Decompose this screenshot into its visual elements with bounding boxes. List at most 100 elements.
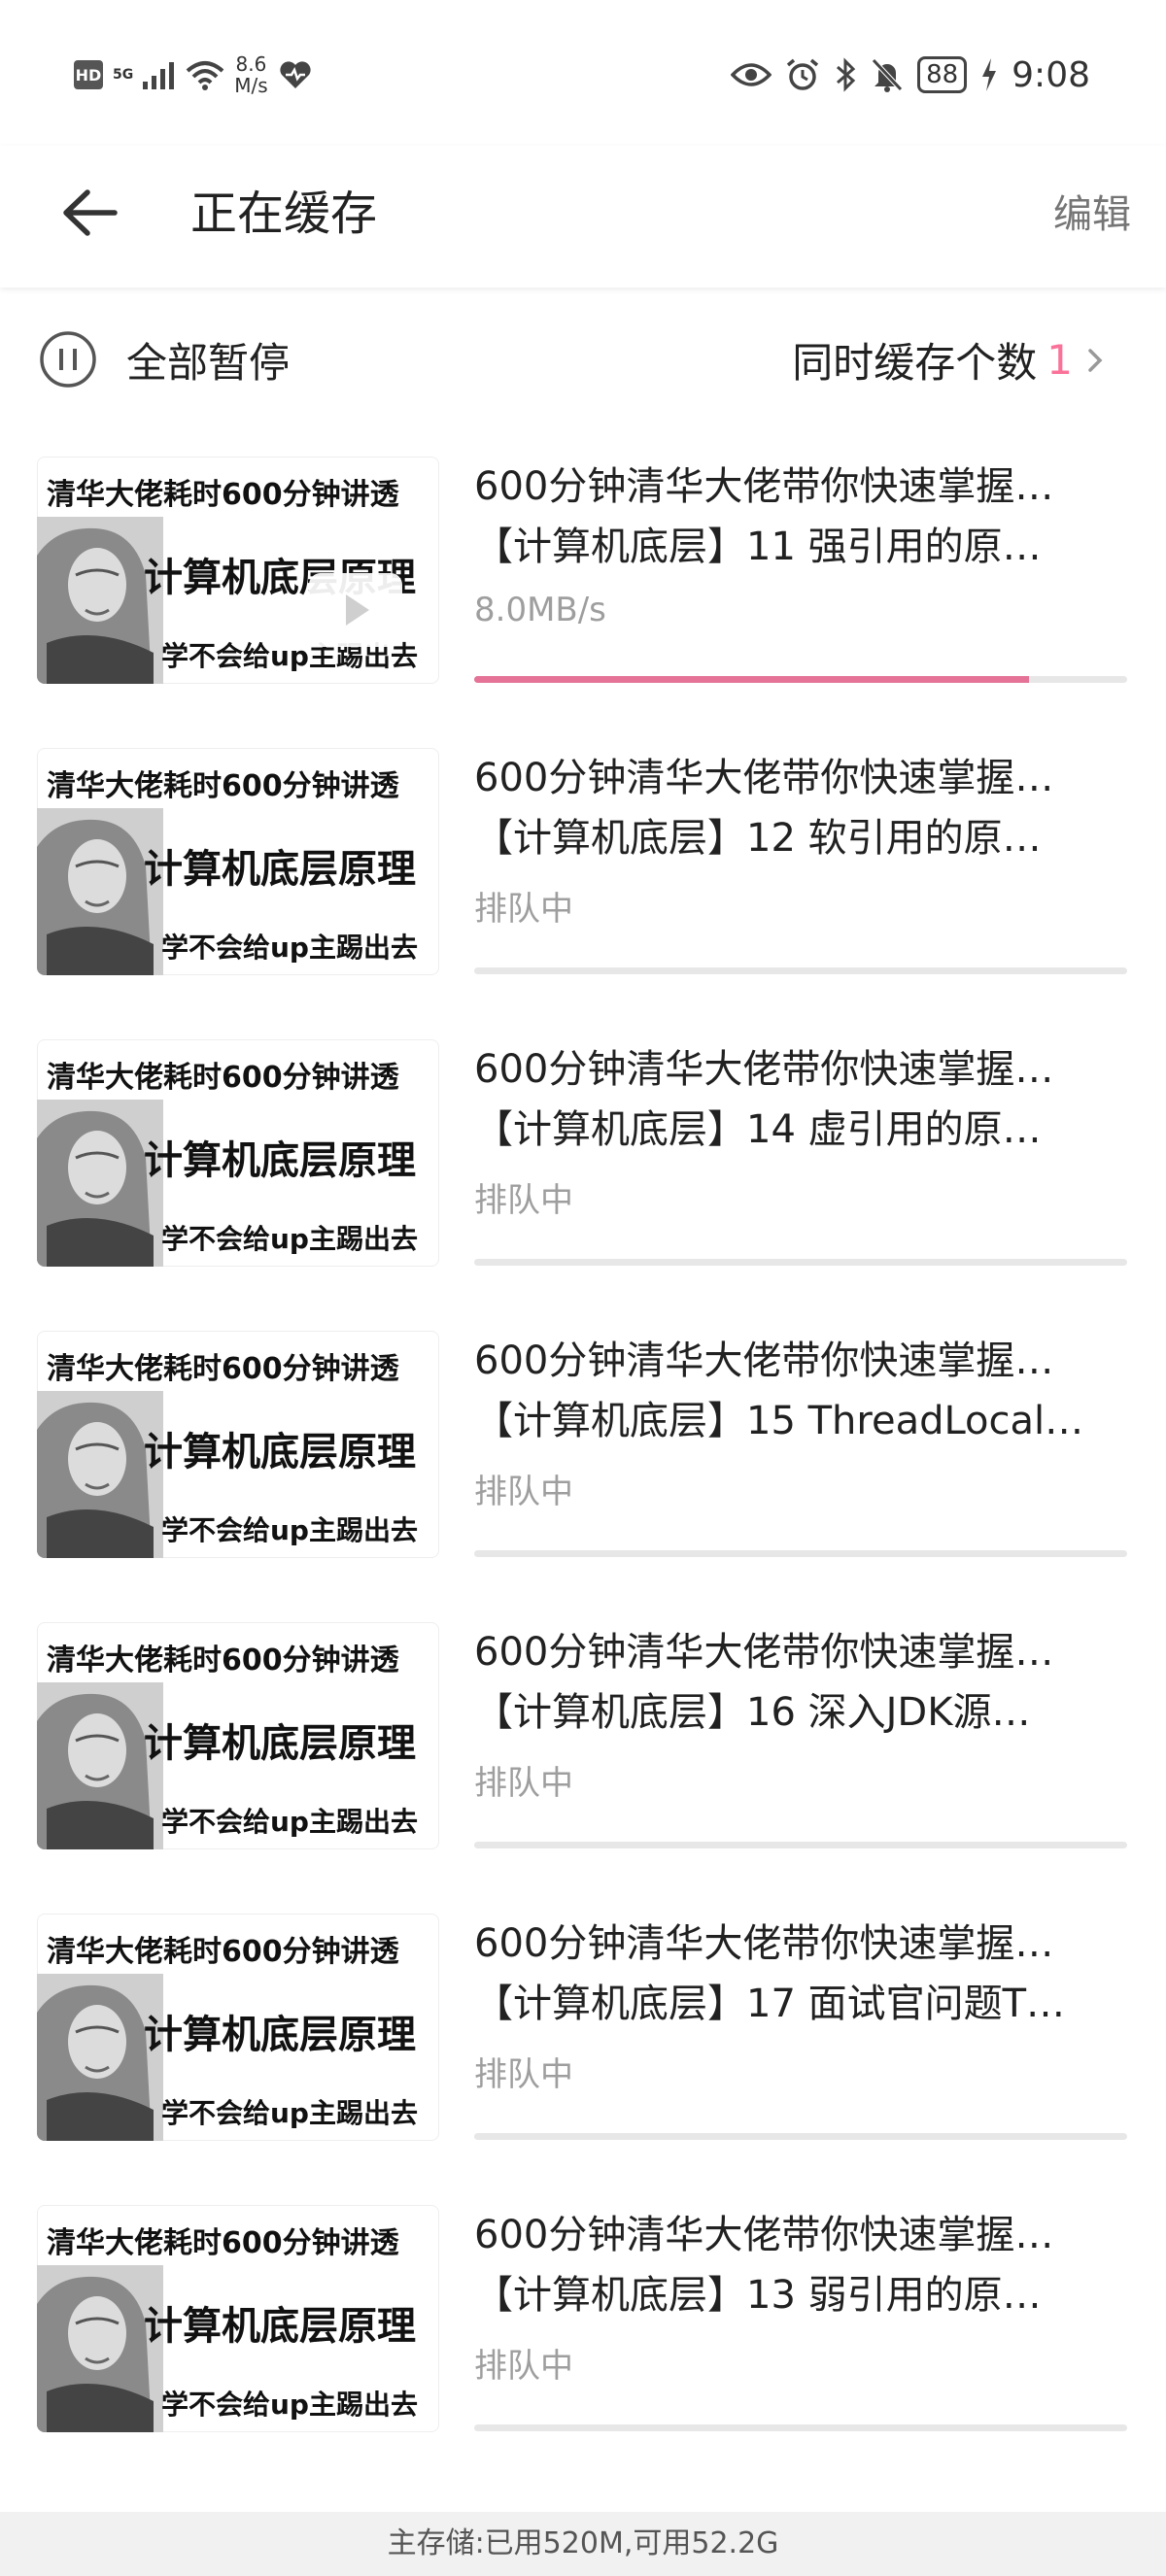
episode-title: 【计算机底层】13 弱引用的原… (474, 2273, 1042, 2318)
download-status: 排队中 (474, 1473, 573, 1511)
video-title: 600分钟清华大佬带你快速掌握… (474, 756, 1054, 800)
video-title: 600分钟清华大佬带你快速掌握… (474, 1921, 1054, 1966)
thumbnail-line3: 学不会给up主踢出去 (161, 1514, 418, 1546)
download-status: 8.0MB/s (474, 591, 606, 629)
edit-button[interactable]: 编辑 (1053, 183, 1131, 239)
back-arrow-icon[interactable] (56, 179, 124, 247)
video-title: 600分钟清华大佬带你快速掌握… (474, 1339, 1054, 1383)
download-status: 排队中 (474, 2347, 573, 2386)
network-type: 5G (113, 67, 134, 83)
charging-icon (982, 58, 997, 91)
video-title: 600分钟清华大佬带你快速掌握… (474, 464, 1054, 509)
battery-indicator: 88 (917, 56, 968, 93)
episode-title: 【计算机底层】15 ThreadLocal… (474, 1399, 1084, 1443)
signal-icon (143, 62, 175, 89)
thumbnail-line2: 计算机底层原理 (144, 847, 416, 892)
episode-title: 【计算机底层】16 深入JDK源… (474, 1690, 1031, 1735)
item-info: 600分钟清华大佬带你快速掌握… 【计算机底层】13 弱引用的原… 排队中 (474, 2205, 1127, 2431)
video-thumbnail[interactable]: 清华大佬耗时600分钟讲透 计算机底层原理 学不会给up主踢出去 (37, 1914, 439, 2141)
status-left: HD 5G 8.6 M/s (74, 51, 313, 99)
episode-title: 【计算机底层】11 强引用的原… (474, 525, 1042, 569)
item-info: 600分钟清华大佬带你快速掌握… 【计算机底层】16 深入JDK源… 排队中 (474, 1622, 1127, 1848)
item-info: 600分钟清华大佬带你快速掌握… 【计算机底层】14 虚引用的原… 排队中 (474, 1039, 1127, 1266)
progress-bar (474, 676, 1127, 683)
video-thumbnail[interactable]: 清华大佬耗时600分钟讲透 计算机底层原理 学不会给up主踢出去 (37, 1622, 439, 1849)
thumbnail-line2: 计算机底层原理 (144, 1430, 416, 1474)
thumbnail-line3: 学不会给up主踢出去 (161, 1806, 418, 1838)
download-item[interactable]: 清华大佬耗时600分钟讲透 计算机底层原理 学不会给up主踢出去 600分钟清华… (0, 1622, 1166, 1914)
progress-bar (474, 1842, 1127, 1848)
bluetooth-icon (837, 57, 856, 92)
eye-icon (731, 63, 772, 86)
download-list: 清华大佬耗时600分钟讲透 计算机底层原理 学不会给up主踢出去 600分钟清华… (0, 457, 1166, 2496)
episode-title: 【计算机底层】17 面试官问题T… (474, 1982, 1066, 2026)
clock: 9:08 (1012, 54, 1090, 95)
thumbnail-line1: 清华大佬耗时600分钟讲透 (47, 478, 399, 512)
progress-bar (474, 1550, 1127, 1557)
alarm-icon (786, 58, 819, 90)
thumbnail-line3: 学不会给up主踢出去 (161, 2389, 418, 2421)
download-item[interactable]: 清华大佬耗时600分钟讲透 计算机底层原理 学不会给up主踢出去 600分钟清华… (0, 2205, 1166, 2496)
pause-all-icon[interactable] (39, 330, 97, 389)
status-bar: HD 5G 8.6 M/s 88 9:08 (0, 0, 1166, 146)
thumbnail-line2: 计算机底层原理 (144, 2304, 416, 2349)
pause-all-button[interactable]: 全部暂停 (126, 330, 290, 390)
video-thumbnail[interactable]: 清华大佬耗时600分钟讲透 计算机底层原理 学不会给up主踢出去 (37, 2205, 439, 2432)
video-thumbnail[interactable]: 清华大佬耗时600分钟讲透 计算机底层原理 学不会给up主踢出去 (37, 457, 439, 684)
download-status: 排队中 (474, 1181, 573, 1220)
download-status: 排队中 (474, 1764, 573, 1803)
play-overlay-icon[interactable] (309, 573, 402, 647)
thumbnail-line1: 清华大佬耗时600分钟讲透 (47, 1061, 399, 1095)
concurrent-value: 1 (1046, 336, 1073, 384)
concurrent-label: 同时缓存个数 (792, 339, 1038, 387)
thumbnail-line1: 清华大佬耗时600分钟讲透 (47, 2226, 399, 2260)
thumbnail-line2: 计算机底层原理 (144, 1138, 416, 1183)
download-item[interactable]: 清华大佬耗时600分钟讲透 计算机底层原理 学不会给up主踢出去 600分钟清华… (0, 457, 1166, 748)
thumbnail-line3: 学不会给up主踢出去 (161, 1223, 418, 1255)
progress-bar (474, 967, 1127, 974)
episode-title: 【计算机底层】14 虚引用的原… (474, 1107, 1042, 1152)
progress-bar (474, 1259, 1127, 1266)
chevron-right-icon (1088, 348, 1103, 372)
download-item[interactable]: 清华大佬耗时600分钟讲透 计算机底层原理 学不会给up主踢出去 600分钟清华… (0, 1331, 1166, 1622)
download-item[interactable]: 清华大佬耗时600分钟讲透 计算机底层原理 学不会给up主踢出去 600分钟清华… (0, 1039, 1166, 1331)
thumbnail-line1: 清华大佬耗时600分钟讲透 (47, 769, 399, 803)
page-title: 正在缓存 (190, 186, 378, 241)
thumbnail-line2: 计算机底层原理 (144, 2013, 416, 2057)
item-info: 600分钟清华大佬带你快速掌握… 【计算机底层】17 面试官问题T… 排队中 (474, 1914, 1127, 2140)
thumbnail-line1: 清华大佬耗时600分钟讲透 (47, 1352, 399, 1386)
thumbnail-line1: 清华大佬耗时600分钟讲透 (47, 1935, 399, 1969)
download-item[interactable]: 清华大佬耗时600分钟讲透 计算机底层原理 学不会给up主踢出去 600分钟清华… (0, 748, 1166, 1039)
download-controls: 全部暂停 同时缓存个数 1 (0, 311, 1166, 408)
item-info: 600分钟清华大佬带你快速掌握… 【计算机底层】15 ThreadLocal… … (474, 1331, 1127, 1557)
video-title: 600分钟清华大佬带你快速掌握… (474, 1047, 1054, 1092)
download-item[interactable]: 清华大佬耗时600分钟讲透 计算机底层原理 学不会给up主踢出去 600分钟清华… (0, 1914, 1166, 2205)
thumbnail-line3: 学不会给up主踢出去 (161, 932, 418, 964)
status-right: 88 9:08 (731, 51, 1090, 99)
progress-fill (474, 676, 1030, 683)
network-speed-value: 8.6 (235, 52, 267, 76)
concurrent-cache-setting[interactable]: 同时缓存个数 1 (792, 330, 1110, 390)
video-thumbnail[interactable]: 清华大佬耗时600分钟讲透 计算机底层原理 学不会给up主踢出去 (37, 1039, 439, 1267)
progress-bar (474, 2133, 1127, 2140)
download-status: 排队中 (474, 890, 573, 929)
video-title: 600分钟清华大佬带你快速掌握… (474, 2213, 1054, 2257)
health-heart-icon (280, 61, 311, 88)
download-status: 排队中 (474, 2055, 573, 2094)
hd-badge: HD (74, 60, 103, 89)
network-speed: 8.6 M/s (234, 53, 267, 96)
item-info: 600分钟清华大佬带你快速掌握… 【计算机底层】11 强引用的原… 8.0MB/… (474, 457, 1127, 683)
wifi-icon (186, 61, 224, 90)
mute-bell-icon (872, 58, 903, 92)
thumbnail-line2: 计算机底层原理 (144, 1721, 416, 1766)
episode-title: 【计算机底层】12 软引用的原… (474, 816, 1042, 861)
video-title: 600分钟清华大佬带你快速掌握… (474, 1630, 1054, 1675)
storage-info: 主存储:已用520M,可用52.2G (0, 2512, 1166, 2576)
video-thumbnail[interactable]: 清华大佬耗时600分钟讲透 计算机底层原理 学不会给up主踢出去 (37, 748, 439, 975)
item-info: 600分钟清华大佬带你快速掌握… 【计算机底层】12 软引用的原… 排队中 (474, 748, 1127, 974)
progress-bar (474, 2424, 1127, 2431)
thumbnail-line1: 清华大佬耗时600分钟讲透 (47, 1644, 399, 1678)
network-speed-unit: M/s (234, 74, 268, 97)
video-thumbnail[interactable]: 清华大佬耗时600分钟讲透 计算机底层原理 学不会给up主踢出去 (37, 1331, 439, 1558)
thumbnail-line3: 学不会给up主踢出去 (161, 2097, 418, 2129)
